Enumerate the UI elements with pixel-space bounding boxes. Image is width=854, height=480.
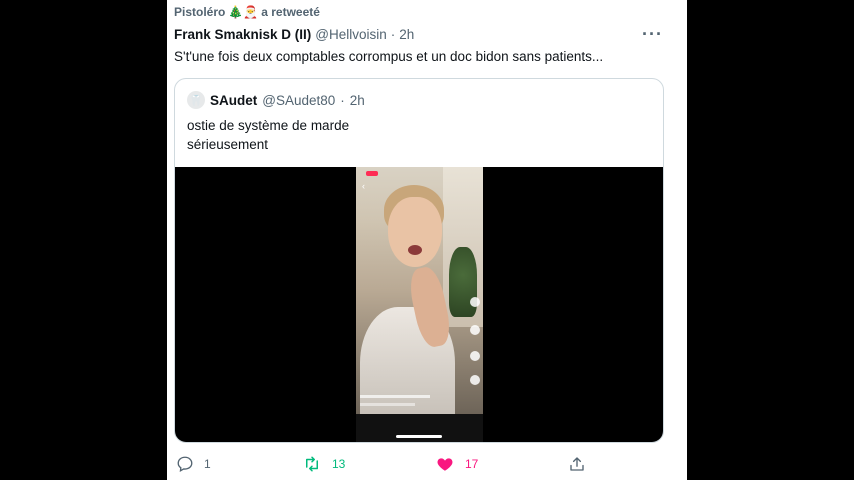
tweet-actions: 1 13 17 — [167, 455, 687, 475]
more-icon[interactable]: ··· — [642, 24, 663, 45]
separator: · — [390, 27, 396, 42]
tweet-card[interactable]: Pistoléro 🎄🎅 a retweeté Frank Smaknisk D… — [167, 0, 687, 480]
separator: · — [340, 92, 345, 108]
video-caption-secondary — [360, 403, 415, 406]
author-name[interactable]: Frank Smaknisk D (II) — [174, 27, 311, 42]
tweet-time[interactable]: 2h — [399, 27, 414, 42]
tweet-text: S't'une fois deux comptables corrompus e… — [174, 49, 604, 64]
video-frame: ‹ — [356, 167, 483, 442]
heart-icon — [470, 325, 480, 335]
quoted-tweet-header: 🦷 SAudet @SAudet80 · 2h — [187, 91, 365, 109]
quoted-author-handle[interactable]: @SAudet80 — [262, 93, 335, 108]
retweet-action-label: a retweeté — [261, 5, 320, 19]
retweet-icon — [302, 455, 322, 473]
quoted-tweet[interactable]: 🦷 SAudet @SAudet80 · 2h ostie de système… — [174, 78, 664, 443]
retweet-count: 13 — [332, 457, 346, 471]
home-indicator — [396, 435, 442, 438]
share-icon — [568, 455, 586, 473]
retweet-context: Pistoléro 🎄🎅 a retweeté — [174, 5, 320, 19]
like-count: 17 — [465, 457, 479, 471]
quoted-tweet-time[interactable]: 2h — [350, 93, 365, 108]
share-button[interactable] — [568, 455, 586, 473]
like-icon — [435, 455, 455, 473]
retweeter-name[interactable]: Pistoléro — [174, 5, 225, 19]
profile-icon — [470, 297, 480, 307]
video-caption — [360, 395, 430, 398]
quoted-tweet-text: ostie de système de marde sérieusement — [187, 116, 349, 154]
tweet-header: Frank Smaknisk D (II) @Hellvoisin · 2h — [174, 27, 414, 42]
share-arrow-icon — [470, 375, 480, 385]
retweeter-emojis: 🎄🎅 — [228, 5, 259, 19]
like-button[interactable]: 17 — [435, 455, 478, 473]
reply-icon — [176, 455, 194, 473]
quoted-text-line: sérieusement — [187, 137, 269, 152]
reply-count: 1 — [204, 457, 211, 471]
back-arrow-icon: ‹ — [362, 181, 365, 191]
avatar[interactable]: 🦷 — [187, 91, 205, 109]
quoted-author-name[interactable]: SAudet — [210, 93, 257, 108]
comment-icon — [470, 351, 480, 361]
recording-indicator — [366, 171, 378, 176]
reply-button[interactable]: 1 — [176, 455, 211, 473]
video-player[interactable]: ‹ — [175, 167, 663, 442]
retweet-button[interactable]: 13 — [302, 455, 345, 473]
quoted-text-line: ostie de système de marde — [187, 118, 350, 133]
author-handle[interactable]: @Hellvoisin — [315, 27, 386, 42]
video-bottom-bar — [356, 414, 483, 442]
